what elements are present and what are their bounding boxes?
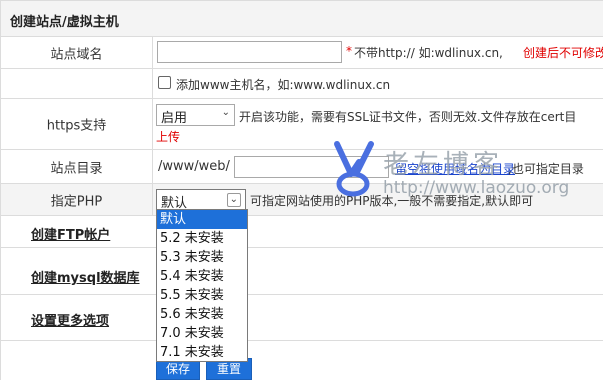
more-options-section-row: 设置更多选项: [1, 295, 603, 341]
panel-title: 创建站点/虚拟主机: [10, 15, 119, 30]
directory-prefix: /www/web/: [158, 159, 230, 174]
upload-link[interactable]: 上传: [156, 128, 180, 145]
https-hint: 开启该功能，需要有SSL证书文件，否则无效.文件存放在cert目: [239, 110, 577, 124]
https-select[interactable]: 启用 ⌄: [156, 104, 235, 126]
php-label-cell: 指定PHP: [1, 184, 153, 215]
create-ftp-link[interactable]: 创建FTP帐户: [31, 224, 110, 243]
panel-header: 创建站点/虚拟主机: [1, 0, 603, 37]
php-option-7-0[interactable]: 7.0 未安装: [157, 324, 247, 343]
chevron-down-icon: ⌄: [221, 107, 230, 118]
php-option-5-3[interactable]: 5.3 未安装: [157, 248, 247, 267]
php-option-5-5[interactable]: 5.5 未安装: [157, 286, 247, 305]
directory-hint-link: 留空将使用域名为目录: [395, 162, 516, 176]
directory-label-cell: 站点目录: [1, 150, 153, 183]
chevron-down-icon: ⌄: [226, 193, 241, 207]
directory-input[interactable]: [234, 156, 389, 178]
www-label-cell: [1, 69, 153, 98]
add-www-checkbox[interactable]: [158, 76, 171, 89]
domain-hint: 不带http:// 如:wdlinux.cn,: [354, 46, 503, 60]
php-option-default[interactable]: 默认: [157, 210, 247, 229]
php-hint: 可指定网站使用的PHP版本,一般不需要指定,默认即可: [250, 194, 534, 208]
more-options-link[interactable]: 设置更多选项: [31, 310, 109, 329]
required-star: *: [346, 44, 352, 58]
https-label-cell: https支持: [1, 99, 153, 149]
directory-hint-tail: ,也可指定目录: [508, 162, 584, 176]
domain-label: 站点域名: [50, 47, 103, 62]
php-label: 指定PHP: [50, 194, 103, 209]
directory-label: 站点目录: [50, 161, 103, 176]
add-www-label: 添加www主机名，如:www.wdlinux.cn: [176, 78, 391, 92]
create-site-panel: 创建站点/虚拟主机 站点域名 https支持 站点目录 指定PHP 创建FTP帐…: [0, 0, 603, 380]
php-option-5-4[interactable]: 5.4 未安装: [157, 267, 247, 286]
https-label: https支持: [46, 118, 107, 134]
php-version-dropdown: 默认 5.2 未安装 5.3 未安装 5.4 未安装 5.5 未安装 5.6 未…: [156, 209, 248, 362]
php-option-5-2[interactable]: 5.2 未安装: [157, 229, 247, 248]
create-mysql-link[interactable]: 创建mysql数据库: [31, 267, 140, 286]
php-option-7-1[interactable]: 7.1 未安装: [157, 343, 247, 362]
php-version-select[interactable]: 默认 ⌄: [156, 189, 246, 211]
domain-hint-warning: 创建后不可修改: [523, 46, 603, 60]
php-option-5-6[interactable]: 5.6 未安装: [157, 305, 247, 324]
mysql-section-row: 创建mysql数据库: [1, 248, 603, 295]
domain-input[interactable]: [157, 41, 342, 63]
domain-label-cell: 站点域名: [1, 37, 153, 68]
ftp-section-row: 创建FTP帐户: [1, 216, 603, 248]
https-select-value: 启用: [161, 111, 188, 126]
